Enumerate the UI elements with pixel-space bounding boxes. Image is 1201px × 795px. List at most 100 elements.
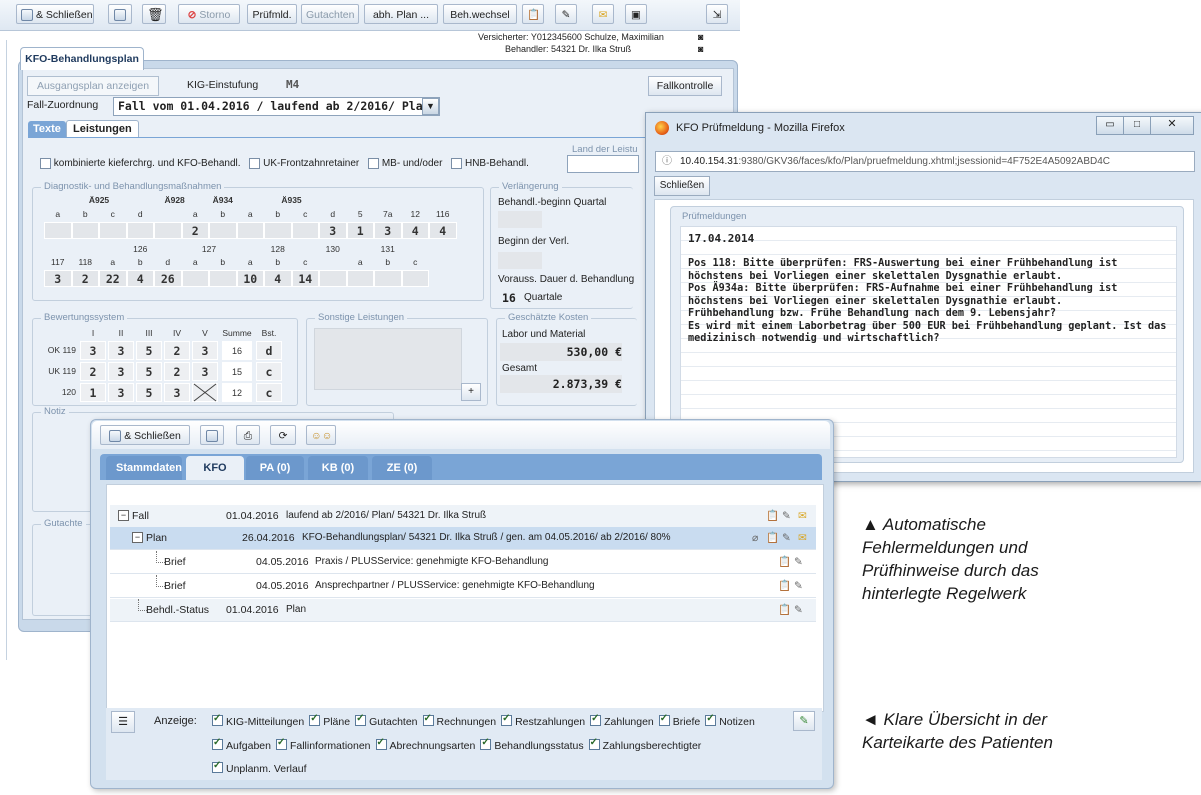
maximize-button[interactable]: □ — [1123, 116, 1151, 135]
export-button[interactable]: ⇲ — [706, 4, 728, 24]
mail-icon[interactable]: ✉ — [798, 505, 807, 527]
diag-value-cell[interactable]: 3 — [374, 222, 402, 239]
bewertung-value-cell[interactable]: 3 — [108, 341, 134, 360]
sonstige-list[interactable] — [314, 328, 462, 390]
diag-value-cell[interactable]: 4 — [429, 222, 457, 239]
clipboard-icon[interactable]: 📋 — [778, 551, 791, 573]
checkbox-kieferchrg[interactable] — [40, 158, 51, 169]
diag-value-cell[interactable]: 14 — [291, 270, 319, 287]
minimize-button[interactable]: ▭ — [1096, 116, 1124, 135]
diag-value-cell[interactable] — [236, 222, 264, 239]
print-button[interactable]: ⎙ — [236, 425, 260, 445]
bewertung-value-cell[interactable]: 5 — [136, 362, 162, 381]
anzeige-checkbox[interactable]: Rechnungen — [422, 713, 496, 728]
edit-icon[interactable]: ✎ — [794, 551, 803, 573]
edit-icon[interactable]: ✎ — [782, 505, 791, 527]
bewertung-value-cell[interactable]: 3 — [108, 362, 134, 381]
anzeige-checkbox[interactable]: Zahlungen — [590, 713, 654, 728]
tree-row[interactable]: Brief 04.05.2016 Praxis / PLUSService: gen… — [110, 551, 816, 574]
diag-value-cell[interactable] — [71, 222, 99, 239]
bewertung-value-cell[interactable]: 5 — [136, 341, 162, 360]
anzeige-checkbox[interactable]: Unplanm. Verlauf — [212, 760, 307, 775]
pin-icon[interactable]: ◙ — [698, 44, 703, 54]
photo-button[interactable]: ▣ — [625, 4, 647, 24]
bewertung-value-cell[interactable]: 2 — [164, 362, 190, 381]
abh-plan-button[interactable]: abh. Plan ... — [364, 4, 438, 24]
tab-karteikarte[interactable]: KB (0) — [308, 456, 368, 480]
fallkontrolle-button[interactable]: Fallkontrolle — [648, 76, 722, 96]
edit-icon[interactable]: ✎ — [782, 527, 791, 549]
diag-value-cell[interactable]: 2 — [181, 222, 209, 239]
bewertung-value-cell[interactable]: 3 — [192, 362, 218, 381]
anzeige-checkbox[interactable]: KIG-Mitteilungen — [212, 713, 304, 728]
checkbox-mb[interactable] — [368, 158, 380, 169]
diag-value-cell[interactable]: 4 — [126, 270, 154, 287]
karte-save-button[interactable] — [200, 425, 224, 445]
diag-value-cell[interactable] — [44, 222, 72, 239]
anzeige-checkbox[interactable]: Restzahlungen — [501, 713, 585, 728]
beginn-verl-field[interactable] — [498, 252, 542, 269]
clipboard-icon[interactable]: 📋 — [766, 527, 779, 549]
diag-value-cell[interactable] — [99, 222, 127, 239]
persons-button[interactable]: ☺☺ — [306, 425, 336, 445]
anzeige-checkbox[interactable]: Briefe — [658, 713, 700, 728]
bewertung-value-cell[interactable]: 3 — [192, 341, 218, 360]
tree-row[interactable]: − Plan 26.04.2016 KFO-Behandlungsplan/ 5432… — [110, 527, 816, 550]
tree-row[interactable]: Brief 04.05.2016 Ansprechpartner / PLUSSer… — [110, 575, 816, 598]
diag-value-cell[interactable] — [291, 222, 319, 239]
bewertung-value-cell[interactable]: 3 — [80, 341, 106, 360]
pin-icon[interactable]: ◙ — [698, 32, 703, 42]
tab-kfo-behandlungsplan[interactable]: KFO-Behandlungsplan — [20, 47, 144, 70]
tab-karteikarte[interactable]: Stammdaten — [106, 456, 182, 480]
anzeige-checkbox[interactable]: Notizen — [705, 713, 755, 728]
save-button[interactable] — [108, 4, 132, 24]
save-close-button[interactable]: & Schließen — [16, 4, 94, 24]
diag-value-cell[interactable]: 26 — [154, 270, 182, 287]
refresh-button[interactable]: ⟳ — [270, 425, 296, 445]
tab-texte[interactable]: Texte — [28, 121, 66, 137]
diag-value-cell[interactable] — [264, 222, 292, 239]
bewertung-value-cell[interactable]: 3 — [108, 383, 134, 402]
ausgangsplan-button[interactable]: Ausgangsplan anzeigen — [27, 76, 159, 96]
edit-icon[interactable]: ✎ — [794, 599, 803, 621]
clipboard-icon[interactable]: 📋 — [778, 575, 791, 597]
anzeige-checkbox[interactable]: Abrechnungsarten — [375, 737, 475, 752]
diag-value-cell[interactable]: 4 — [264, 270, 292, 287]
info-icon[interactable]: ⓘ — [662, 152, 672, 171]
land-input[interactable] — [567, 155, 639, 173]
diag-value-cell[interactable]: 1 — [346, 222, 374, 239]
diag-value-cell[interactable]: 4 — [401, 222, 429, 239]
diag-value-cell[interactable] — [154, 222, 182, 239]
diag-value-cell[interactable] — [181, 270, 209, 287]
clipboard-icon[interactable]: 📋 — [778, 599, 791, 621]
anzeige-checkbox[interactable]: Gutachten — [355, 713, 418, 728]
diag-value-cell[interactable] — [401, 270, 429, 287]
tab-karteikarte[interactable]: PA (0) — [246, 456, 304, 480]
schliessen-button[interactable]: Schließen — [654, 176, 710, 196]
url-bar[interactable]: ⓘ 10.40.154.31:9380/GKV36/faces/kfo/Plan/… — [655, 151, 1195, 172]
bewertung-value-cell[interactable]: 5 — [136, 383, 162, 402]
bewertung-value-cell[interactable]: 2 — [164, 341, 190, 360]
diag-value-cell[interactable]: 10 — [236, 270, 264, 287]
diag-value-cell[interactable] — [209, 222, 237, 239]
tree-row[interactable]: − Fall 01.04.2016 laufend ab 2/2016/ Plan/ … — [110, 505, 816, 528]
edit-button[interactable]: ✎ — [555, 4, 577, 24]
anzeige-checkbox[interactable]: Aufgaben — [212, 737, 271, 752]
notiz-add-button[interactable]: ✎ — [793, 711, 815, 731]
checkbox-hnb[interactable] — [451, 158, 463, 169]
tab-karteikarte[interactable]: KFO (5) — [186, 456, 244, 498]
storno-button[interactable]: ⊘ Storno — [178, 4, 240, 24]
anzeige-checkbox[interactable]: Zahlungsberechtigter — [588, 737, 701, 752]
close-button[interactable]: ✕ — [1150, 116, 1194, 135]
checkbox-uk-retainer[interactable] — [249, 158, 261, 169]
tree-row[interactable]: Behdl.-Status 01.04.2016 Plan 📋 ✎ — [110, 599, 816, 622]
fall-zuordnung-select[interactable]: Fall vom 01.04.2016 / laufend ab 2/2016/… — [113, 97, 440, 116]
anzeige-checkbox[interactable]: Behandlungsstatus — [480, 737, 584, 752]
mail-button[interactable]: ✉ — [592, 4, 614, 24]
diag-value-cell[interactable]: 2 — [71, 270, 99, 287]
clipboard-icon[interactable]: 📋 — [766, 505, 779, 527]
mail-icon[interactable]: ✉ — [798, 527, 807, 549]
diag-value-cell[interactable]: 3 — [44, 270, 72, 287]
tree-toggle-icon[interactable]: − — [132, 532, 143, 543]
diag-value-cell[interactable]: 22 — [99, 270, 127, 287]
